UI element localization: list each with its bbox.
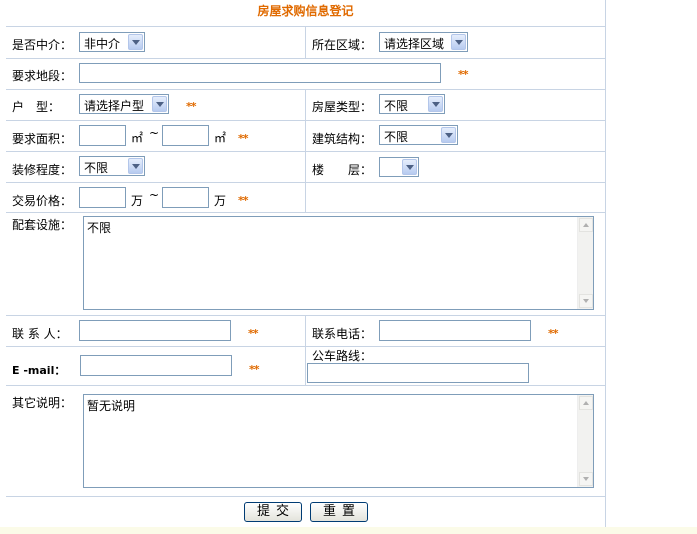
notes-value: 暂无说明 bbox=[87, 399, 136, 413]
decoration-label: 装修程度： bbox=[12, 163, 73, 177]
floor-label: 楼 层： bbox=[312, 163, 373, 177]
required-mark: ** bbox=[186, 100, 196, 113]
area-unit: ㎡ bbox=[214, 131, 227, 145]
col-divider bbox=[305, 26, 306, 58]
required-mark: ** bbox=[238, 132, 248, 145]
scroll-down-icon[interactable] bbox=[579, 294, 593, 308]
row-divider bbox=[6, 496, 605, 497]
notes-textarea[interactable]: 暂无说明 bbox=[83, 394, 594, 488]
agent-select[interactable]: 非中介 bbox=[79, 32, 145, 52]
bus-label: 公车路线： bbox=[312, 349, 373, 363]
decoration-value: 不限 bbox=[84, 161, 109, 175]
location-input[interactable] bbox=[79, 63, 441, 83]
structure-label: 建筑结构： bbox=[312, 132, 373, 146]
required-mark: ** bbox=[249, 363, 259, 376]
chevron-down-icon[interactable] bbox=[128, 34, 143, 50]
area-label: 要求面积： bbox=[12, 132, 73, 146]
bus-input[interactable] bbox=[307, 363, 529, 383]
area-min-input[interactable] bbox=[79, 125, 126, 146]
scroll-up-icon[interactable] bbox=[579, 396, 593, 410]
contact-label: 联 系 人： bbox=[12, 327, 68, 341]
required-mark: ** bbox=[248, 327, 258, 340]
structure-select[interactable]: 不限 bbox=[379, 125, 458, 145]
chevron-down-icon[interactable] bbox=[152, 96, 167, 112]
price-label: 交易价格： bbox=[12, 194, 73, 208]
structure-value: 不限 bbox=[384, 130, 409, 144]
price-min-input[interactable] bbox=[79, 187, 126, 208]
floor-select[interactable] bbox=[379, 157, 419, 177]
row-divider bbox=[6, 58, 605, 59]
scroll-up-icon[interactable] bbox=[579, 218, 593, 232]
price-max-input[interactable] bbox=[162, 187, 209, 208]
facilities-value: 不限 bbox=[87, 221, 112, 235]
phone-input[interactable] bbox=[379, 320, 531, 341]
facilities-label: 配套设施： bbox=[12, 218, 73, 232]
area-unit: ㎡ bbox=[131, 131, 144, 145]
chevron-down-icon[interactable] bbox=[451, 34, 466, 50]
price-unit: 万 bbox=[131, 194, 144, 208]
range-separator: ~ bbox=[149, 126, 160, 140]
page-title: 房屋求购信息登记 bbox=[257, 4, 354, 18]
region-value: 请选择区域 bbox=[384, 37, 445, 51]
scroll-down-icon[interactable] bbox=[579, 472, 593, 486]
col-divider bbox=[305, 89, 306, 212]
facilities-textarea[interactable]: 不限 bbox=[83, 216, 594, 310]
col-divider bbox=[305, 315, 306, 385]
price-unit: 万 bbox=[214, 194, 227, 208]
required-mark: ** bbox=[458, 68, 468, 81]
region-select[interactable]: 请选择区域 bbox=[379, 32, 468, 52]
phone-label: 联系电话： bbox=[312, 327, 373, 341]
agent-value: 非中介 bbox=[84, 37, 121, 51]
notes-label: 其它说明： bbox=[12, 396, 73, 410]
scrollbar[interactable] bbox=[577, 217, 593, 309]
row-divider bbox=[6, 385, 605, 386]
agent-label: 是否中介： bbox=[12, 38, 73, 52]
chevron-down-icon[interactable] bbox=[441, 127, 456, 143]
required-mark: ** bbox=[238, 194, 248, 207]
decoration-select[interactable]: 不限 bbox=[79, 156, 145, 176]
contact-input[interactable] bbox=[79, 320, 231, 341]
house-type-value: 不限 bbox=[384, 99, 409, 113]
reset-button[interactable]: 重置 bbox=[310, 502, 368, 522]
chevron-down-icon[interactable] bbox=[402, 159, 417, 175]
status-strip bbox=[0, 527, 697, 534]
house-type-label: 房屋类型： bbox=[312, 100, 373, 114]
layout-select[interactable]: 请选择户型 bbox=[79, 94, 169, 114]
purchase-form: 房屋求购信息登记 是否中介： 非中介 所在区域： 请选择区域 要求地段： ** … bbox=[6, 0, 606, 527]
chevron-down-icon[interactable] bbox=[428, 96, 443, 112]
email-label: E -mail： bbox=[12, 364, 66, 377]
range-separator: ~ bbox=[149, 188, 160, 202]
region-label: 所在区域： bbox=[312, 38, 373, 52]
email-input[interactable] bbox=[80, 355, 232, 376]
row-divider bbox=[6, 212, 605, 213]
chevron-down-icon[interactable] bbox=[128, 158, 143, 174]
layout-value: 请选择户型 bbox=[84, 99, 145, 113]
location-label: 要求地段： bbox=[12, 69, 73, 83]
house-type-select[interactable]: 不限 bbox=[379, 94, 445, 114]
scrollbar[interactable] bbox=[577, 395, 593, 487]
layout-label: 户 型： bbox=[12, 100, 61, 114]
area-max-input[interactable] bbox=[162, 125, 209, 146]
required-mark: ** bbox=[548, 327, 558, 340]
submit-button[interactable]: 提交 bbox=[244, 502, 302, 522]
